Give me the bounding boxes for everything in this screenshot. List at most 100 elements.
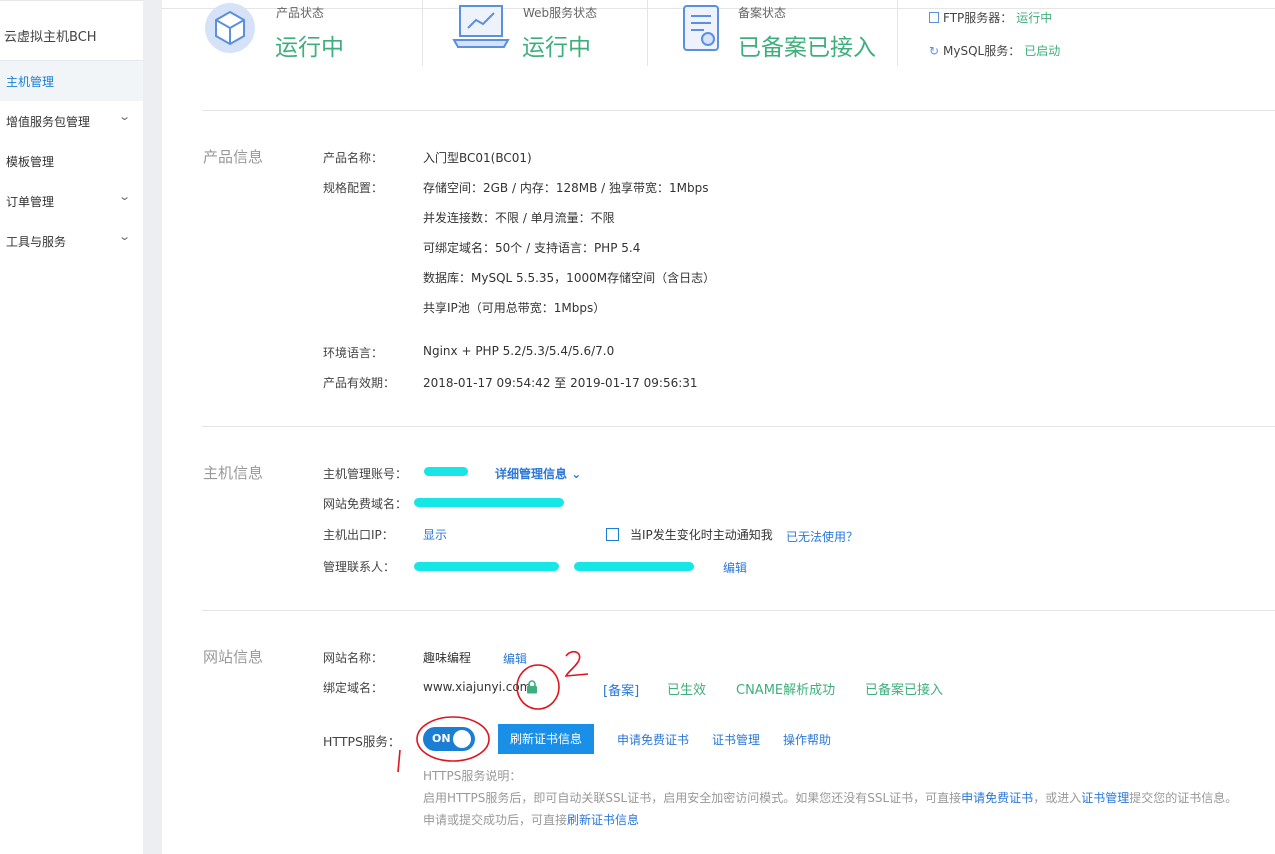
web-status-caption: Web服务状态	[523, 6, 598, 20]
section-divider	[202, 110, 1275, 111]
laptop-chart-icon	[452, 5, 510, 48]
sidebar: 云虚拟主机BCH 主机管理 增值服务包管理 ⌄ 模板管理 订单管理 ⌄ 工具与服…	[0, 0, 143, 854]
sidebar-item-label: 模板管理	[6, 155, 55, 169]
spec-line: 存储空间：2GB / 内存：128MB / 独享带宽：1Mbps	[423, 181, 709, 195]
spec-line: 数据库：MySQL 5.5.35，1000M存储空间（含日志）	[423, 271, 716, 285]
chevron-down-icon: ⌄	[118, 190, 132, 203]
toggle-knob	[453, 730, 471, 748]
exit-ip-label: 主机出口IP：	[323, 528, 394, 542]
note-text: 申请或提交成功后，可直接	[423, 813, 568, 827]
free-domain-label: 网站免费域名：	[323, 497, 408, 511]
effective-status: 已生效	[667, 683, 707, 698]
sidebar-title: 云虚拟主机BCH	[4, 30, 97, 45]
mysql-label: MySQL服务：	[943, 44, 1021, 58]
redacted-account	[424, 467, 468, 476]
detail-management-link[interactable]: 详细管理信息 ⌄	[495, 465, 581, 482]
https-note-line-1: 启用HTTPS服务后，即可自动关联SSL证书，启用安全加密访问模式。如果您还没有…	[423, 789, 1237, 806]
cube-icon	[205, 3, 255, 53]
sidebar-item-value-added-packages[interactable]: 增值服务包管理 ⌄	[0, 101, 143, 141]
product-status-caption: 产品状态	[276, 6, 325, 20]
bound-domain-value: www.xiajunyi.com	[423, 680, 532, 694]
contact-label: 管理联系人：	[323, 560, 396, 574]
detail-link-label: 详细管理信息	[495, 467, 568, 481]
sidebar-item-label: 订单管理	[6, 195, 55, 209]
ftp-label: FTP服务器：	[943, 11, 1013, 25]
record-status-caption: 备案状态	[738, 6, 787, 20]
section-title: 产品信息	[203, 148, 264, 166]
record-status-value: 已备案已接入	[738, 35, 876, 61]
sidebar-item-label: 增值服务包管理	[6, 115, 91, 129]
product-name-value: 入门型BC01(BC01)	[423, 151, 532, 165]
spec-label: 规格配置：	[323, 181, 384, 195]
site-name-value: 趣味编程	[423, 651, 472, 665]
help-link[interactable]: 操作帮助	[783, 731, 831, 748]
unavailable-link[interactable]: 已无法使用？	[786, 528, 858, 545]
ip-notify-label: 当IP发生变化时主动通知我	[630, 528, 773, 542]
record-link[interactable]: [备案]	[603, 680, 639, 699]
env-value: Nginx + PHP 5.2/5.3/5.4/5.6/7.0	[423, 344, 615, 358]
cert-management-inline-link[interactable]: 证书管理	[1081, 791, 1129, 805]
divider	[422, 0, 423, 66]
chevron-down-icon: ⌄	[571, 467, 582, 481]
section-divider	[202, 426, 1275, 427]
section-title: 主机信息	[203, 464, 264, 482]
apply-free-cert-inline-link[interactable]: 申请免费证书	[961, 791, 1033, 805]
ftp-status: 运行中	[1016, 11, 1053, 25]
sidebar-item-templates[interactable]: 模板管理	[0, 141, 143, 181]
spec-line: 并发连接数：不限 / 单月流量：不限	[423, 211, 615, 225]
ftp-icon	[929, 12, 939, 23]
edit-site-name-link[interactable]: 编辑	[503, 650, 527, 667]
annotation-number-2	[564, 650, 589, 677]
spec-line: 共享IP池（可用总带宽：1Mbps）	[423, 301, 606, 315]
refresh-cert-inline-link[interactable]: 刷新证书信息	[567, 813, 639, 827]
ftp-service-row: FTP服务器： 运行中	[929, 9, 1052, 26]
refresh-certificate-button[interactable]: 刷新证书信息	[498, 724, 594, 754]
spec-line: 可绑定域名：50个 / 支持语言：PHP 5.4	[423, 241, 641, 255]
redacted-contact	[414, 562, 559, 571]
mysql-service-row: ↻ MySQL服务： 已启动	[929, 42, 1060, 59]
https-note-line-2: 申请或提交成功后，可直接刷新证书信息	[423, 811, 639, 828]
bound-domain-label: 绑定域名：	[323, 681, 384, 695]
site-name-label: 网站名称：	[323, 651, 384, 665]
toggle-text: ON	[432, 732, 451, 745]
divider	[897, 0, 898, 66]
https-label: HTTPS服务：	[323, 734, 401, 749]
apply-free-cert-link[interactable]: 申请免费证书	[617, 731, 689, 748]
sidebar-item-label: 工具与服务	[6, 235, 67, 249]
show-ip-link[interactable]: 显示	[423, 526, 447, 543]
mysql-status: 已启动	[1024, 44, 1061, 58]
chevron-down-icon: ⌄	[118, 110, 132, 123]
https-toggle[interactable]: ON	[423, 727, 475, 751]
divider	[647, 0, 648, 66]
product-name-label: 产品名称：	[323, 151, 384, 165]
note-text: 启用HTTPS服务后，即可自动关联SSL证书，启用安全加密访问模式。如果您还没有…	[423, 791, 962, 805]
sidebar-item-host-management[interactable]: 主机管理	[0, 61, 143, 101]
cname-status: CNAME解析成功	[736, 683, 836, 698]
chevron-down-icon: ⌄	[118, 230, 132, 243]
ip-notify-checkbox[interactable]	[606, 528, 619, 541]
env-label: 环境语言：	[323, 346, 384, 360]
web-status-value: 运行中	[522, 35, 591, 61]
sidebar-item-tools[interactable]: 工具与服务 ⌄	[0, 221, 143, 261]
annotation-number-1	[397, 749, 401, 773]
redacted-contact-email	[574, 562, 694, 571]
sidebar-item-label: 主机管理	[6, 75, 55, 89]
note-text: ，或进入	[1033, 791, 1082, 805]
mysql-icon: ↻	[929, 44, 940, 58]
validity-value: 2018-01-17 09:54:42 至 2019-01-17 09:56:3…	[423, 376, 698, 390]
edit-contact-link[interactable]: 编辑	[723, 559, 747, 576]
redacted-domain	[414, 498, 564, 507]
section-divider	[202, 610, 1275, 611]
document-icon	[683, 5, 719, 51]
account-label: 主机管理账号：	[323, 467, 408, 481]
section-title: 网站信息	[203, 648, 264, 666]
validity-label: 产品有效期：	[323, 376, 396, 390]
sidebar-item-orders[interactable]: 订单管理 ⌄	[0, 181, 143, 221]
lock-icon	[527, 680, 537, 694]
annotation-overlay	[397, 650, 589, 773]
cert-management-link[interactable]: 证书管理	[712, 731, 760, 748]
https-note-title: HTTPS服务说明：	[423, 769, 522, 783]
note-text: 提交您的证书信息。	[1129, 791, 1238, 805]
product-status-value: 运行中	[275, 35, 344, 61]
sidebar-splitter	[143, 0, 162, 854]
